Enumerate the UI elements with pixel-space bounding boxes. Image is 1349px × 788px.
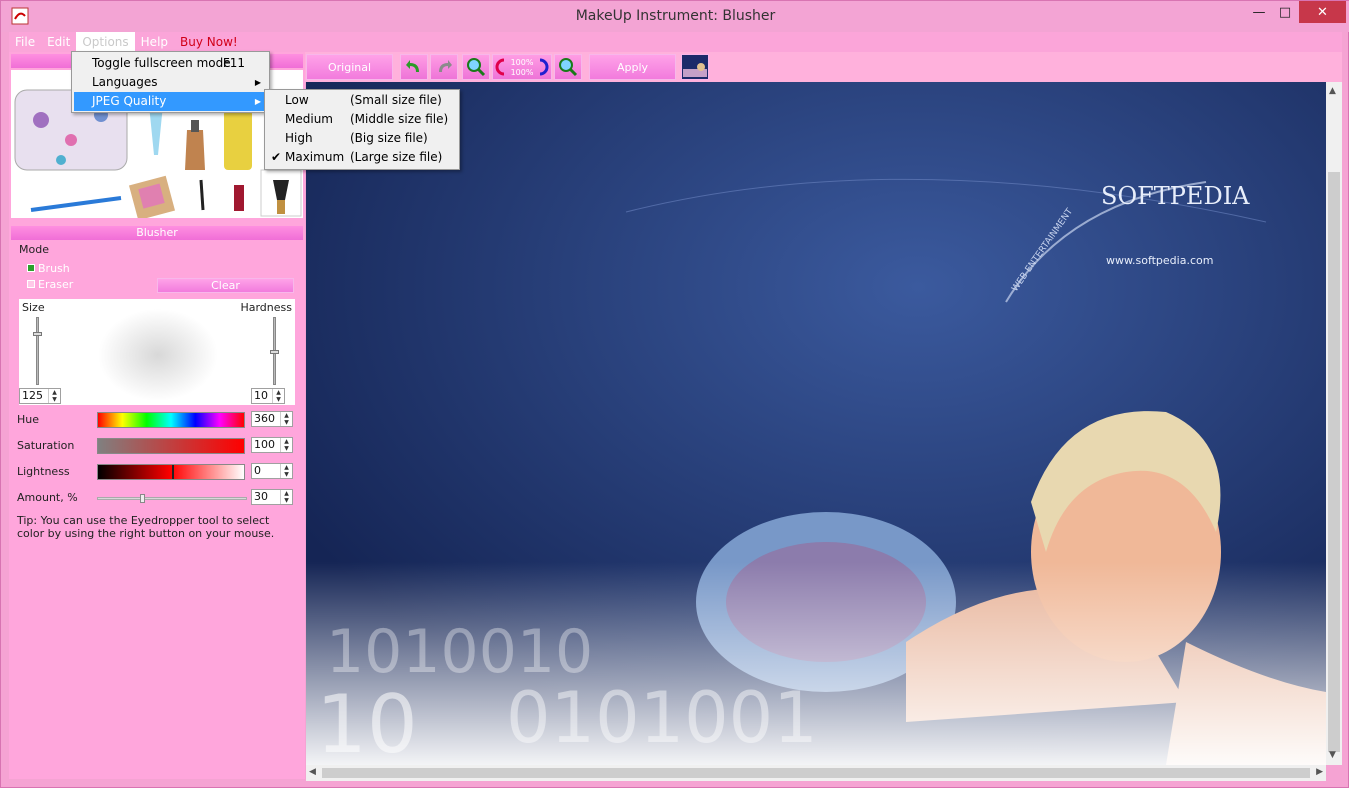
- jpeg-maximum-desc: (Large size file): [350, 150, 443, 164]
- hardness-spinner-icon[interactable]: ▲ ▼: [272, 389, 284, 403]
- toggle-fullscreen-label: Toggle fullscreen mode: [92, 56, 231, 70]
- hue-label: Hue: [17, 413, 40, 426]
- hardness-label: Hardness: [240, 301, 292, 314]
- menu-options[interactable]: Options: [76, 32, 135, 52]
- hardness-slider[interactable]: [270, 317, 279, 385]
- amount-value: 30: [254, 490, 268, 503]
- photo-image: SOFTPEDIA www.softpedia.com WEB ENTERTAI…: [306, 82, 1326, 765]
- scroll-down-icon[interactable]: ▼: [1329, 750, 1336, 760]
- saturation-input[interactable]: 100 ▲ ▼: [251, 437, 293, 453]
- image-canvas[interactable]: SOFTPEDIA www.softpedia.com WEB ENTERTAI…: [306, 82, 1326, 765]
- saturation-label: Saturation: [17, 439, 75, 452]
- softpedia-url: www.softpedia.com: [1106, 254, 1213, 267]
- jpeg-low-label: Low: [285, 93, 309, 107]
- zoom-in-icon[interactable]: [462, 54, 490, 80]
- app-window: MakeUp Instrument: Blusher — □ ✕ File Ed…: [0, 0, 1349, 788]
- jpeg-high-label: High: [285, 131, 313, 145]
- scroll-up-icon[interactable]: ▲: [1329, 86, 1336, 96]
- brush-label: Brush: [38, 262, 70, 275]
- options-menu: Toggle fullscreen mode F11 Languages ▶ JPE…: [71, 51, 270, 113]
- jpeg-medium-desc: (Middle size file): [350, 112, 449, 126]
- left-panel: Blusher Mode Brush Eraser Clear Size Har…: [9, 52, 305, 779]
- size-input[interactable]: 125 ▲ ▼: [19, 388, 61, 404]
- lightness-label: Lightness: [17, 465, 70, 478]
- softpedia-logo: SOFTPEDIA: [1101, 182, 1250, 210]
- jpeg-high-desc: (Big size file): [350, 131, 428, 145]
- menu-buy-now[interactable]: Buy Now!: [174, 32, 244, 52]
- amount-slider[interactable]: [97, 494, 247, 503]
- mode-label: Mode: [19, 243, 49, 256]
- horizontal-scrollbar[interactable]: ◀ ▶: [306, 765, 1326, 781]
- vertical-scrollbar[interactable]: ▲ ▼: [1326, 82, 1342, 765]
- jpeg-low-desc: (Small size file): [350, 93, 442, 107]
- jpeg-maximum-label: Maximum: [285, 150, 345, 164]
- zoom-out-icon[interactable]: [554, 54, 582, 80]
- clear-button[interactable]: Clear: [157, 278, 294, 293]
- scroll-right-icon[interactable]: ▶: [1316, 767, 1323, 777]
- saturation-spinner-icon[interactable]: ▲ ▼: [280, 438, 292, 452]
- languages-item[interactable]: Languages ▶: [74, 73, 267, 92]
- jpeg-quality-submenu: Low (Small size file) Medium (Middle size …: [264, 89, 460, 170]
- apply-button[interactable]: Apply: [589, 54, 676, 80]
- svg-text:10: 10: [316, 678, 418, 765]
- close-button[interactable]: ✕: [1299, 1, 1346, 23]
- menu-help[interactable]: Help: [135, 32, 174, 52]
- brush-radio[interactable]: Brush: [27, 262, 70, 275]
- submenu-arrow-icon: ▶: [254, 78, 261, 87]
- checkmark-icon: ✔: [271, 150, 282, 164]
- amount-label: Amount, %: [17, 491, 78, 504]
- jpeg-high-item[interactable]: High (Big size file): [267, 129, 457, 148]
- hardness-value: 10: [254, 389, 268, 402]
- size-label: Size: [22, 301, 45, 314]
- saturation-value: 100: [254, 438, 275, 451]
- lightness-spinner-icon[interactable]: ▲ ▼: [280, 464, 292, 478]
- undo-icon[interactable]: [400, 54, 428, 80]
- title-bar[interactable]: MakeUp Instrument: Blusher — □ ✕: [1, 1, 1349, 32]
- eraser-radio[interactable]: Eraser: [27, 278, 73, 291]
- lightness-bar[interactable]: [97, 464, 245, 480]
- hue-input[interactable]: 360 ▲ ▼: [251, 411, 293, 427]
- original-button[interactable]: Original: [306, 54, 393, 80]
- size-value: 125: [22, 389, 43, 402]
- toggle-fullscreen-item[interactable]: Toggle fullscreen mode F11: [74, 54, 267, 73]
- jpeg-medium-item[interactable]: Medium (Middle size file): [267, 110, 457, 129]
- hardness-input[interactable]: 10 ▲ ▼: [251, 388, 285, 404]
- lightness-value: 0: [254, 464, 261, 477]
- scroll-left-icon[interactable]: ◀: [309, 767, 316, 777]
- menu-edit[interactable]: Edit: [41, 32, 76, 52]
- window-title: MakeUp Instrument: Blusher: [575, 8, 776, 24]
- zoom-100-control[interactable]: 100% 100%: [492, 54, 552, 80]
- languages-label: Languages: [92, 75, 158, 89]
- size-slider[interactable]: [33, 317, 42, 385]
- amount-spinner-icon[interactable]: ▲ ▼: [280, 490, 292, 504]
- menu-bar: File Edit Options Help Buy Now!: [9, 32, 1342, 52]
- preview-thumbnail-icon[interactable]: [681, 54, 709, 80]
- jpeg-quality-label: JPEG Quality: [92, 94, 167, 108]
- hue-spinner-icon[interactable]: ▲ ▼: [280, 412, 292, 426]
- jpeg-low-item[interactable]: Low (Small size file): [267, 91, 457, 110]
- jpeg-quality-item[interactable]: JPEG Quality ▶: [74, 92, 267, 111]
- saturation-bar[interactable]: [97, 438, 245, 454]
- eraser-label: Eraser: [38, 278, 74, 291]
- vertical-scroll-thumb[interactable]: [1328, 172, 1340, 752]
- svg-text:100%: 100%: [511, 58, 534, 67]
- hue-bar[interactable]: [97, 412, 245, 428]
- svg-text:0101001: 0101001: [506, 677, 818, 759]
- jpeg-medium-label: Medium: [285, 112, 333, 126]
- jpeg-maximum-item[interactable]: ✔ Maximum (Large size file): [267, 148, 457, 167]
- tip-text: Tip: You can use the Eyedropper tool to …: [17, 514, 275, 540]
- submenu-arrow-icon: ▶: [254, 97, 261, 106]
- size-spinner-icon[interactable]: ▲ ▼: [48, 389, 60, 403]
- svg-text:100%: 100%: [511, 68, 534, 77]
- blusher-header: Blusher: [11, 226, 303, 240]
- toggle-fullscreen-shortcut: F11: [222, 56, 245, 70]
- menu-file[interactable]: File: [9, 32, 41, 52]
- lightness-input[interactable]: 0 ▲ ▼: [251, 463, 293, 479]
- redo-icon[interactable]: [430, 54, 458, 80]
- horizontal-scroll-thumb[interactable]: [322, 768, 1310, 778]
- amount-input[interactable]: 30 ▲ ▼: [251, 489, 293, 505]
- hue-value: 360: [254, 412, 275, 425]
